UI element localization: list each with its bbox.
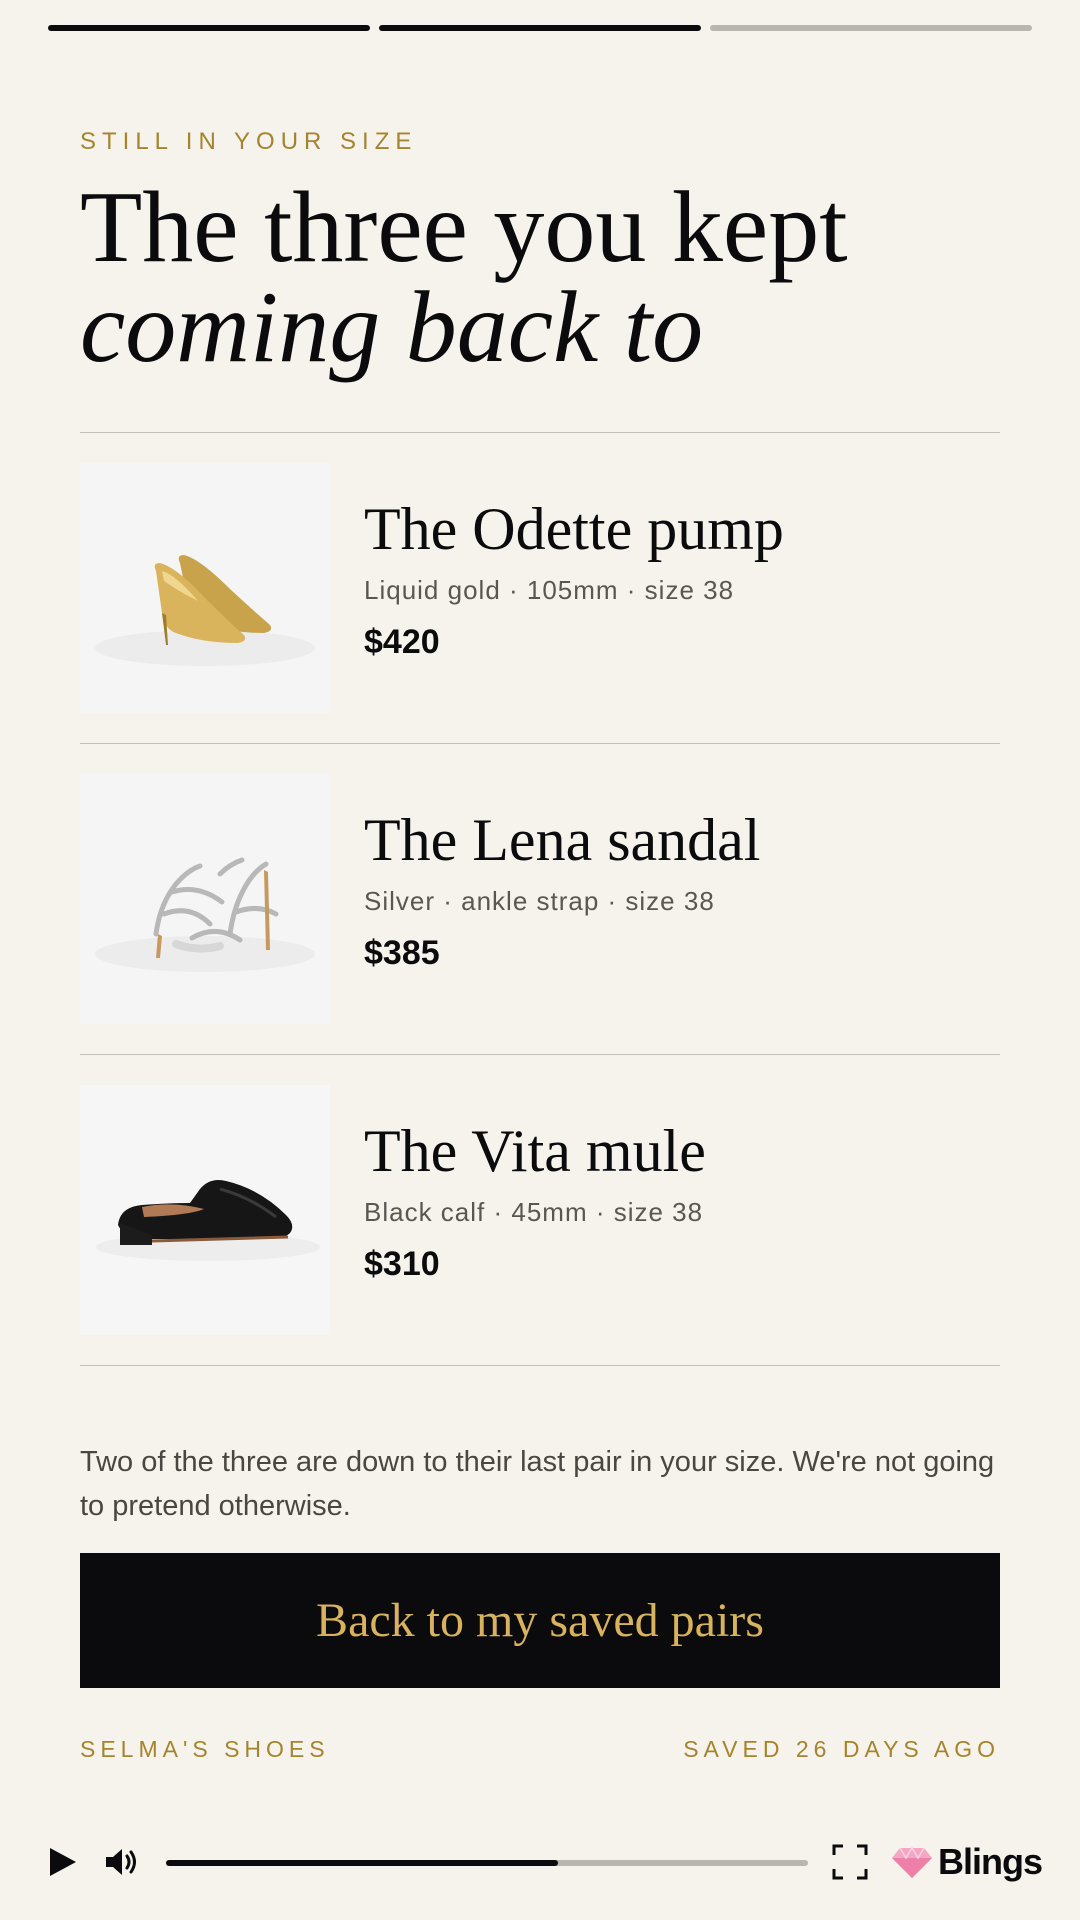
product-spec: Silver · ankle strap · size 38 <box>364 886 715 916</box>
product-price: $385 <box>364 934 440 972</box>
product-price: $310 <box>364 1245 440 1283</box>
headline-line-1: The three you kept <box>80 171 848 284</box>
product-item-odette[interactable]: The Odette pump Liquid gold · 105mm · si… <box>80 463 1000 713</box>
story-segment-2 <box>379 25 701 31</box>
divider <box>80 743 1000 744</box>
play-icon[interactable] <box>48 1846 78 1883</box>
saved-timestamp: SAVED 26 DAYS AGO <box>683 1736 1000 1762</box>
story-segment-3 <box>710 25 1032 31</box>
product-item-vita[interactable]: The Vita mule Black calf · 45mm · size 3… <box>80 1085 1000 1335</box>
product-spec: Liquid gold · 105mm · size 38 <box>364 575 735 605</box>
volume-icon[interactable] <box>104 1846 140 1883</box>
product-item-lena[interactable]: The Lena sandal Silver · ankle strap · s… <box>80 774 1000 1024</box>
fullscreen-icon[interactable] <box>832 1844 868 1885</box>
product-price: $420 <box>364 623 440 661</box>
playback-progress <box>166 1860 558 1866</box>
blings-gem-icon <box>892 1846 932 1878</box>
story-segment-1 <box>48 25 370 31</box>
video-player-controls: Blings <box>0 1840 1080 1884</box>
stock-note: Two of the three are down to their last … <box>80 1446 995 1522</box>
eyebrow-label: STILL IN YOUR SIZE <box>80 128 418 155</box>
blings-wordmark: Blings <box>938 1841 1043 1882</box>
brand-name: SELMA'S SHOES <box>80 1736 330 1762</box>
headline-line-2: coming back to <box>80 271 704 384</box>
product-name: The Odette pump <box>364 496 784 562</box>
silver-sandal-image <box>80 774 330 1024</box>
divider <box>80 1054 1000 1055</box>
divider <box>80 432 1000 433</box>
product-name: The Lena sandal <box>364 807 761 873</box>
blings-logo: Blings <box>892 1840 1043 1884</box>
black-mule-image <box>80 1085 330 1335</box>
product-spec: Black calf · 45mm · size 38 <box>364 1197 704 1227</box>
back-to-saved-pairs-button[interactable]: Back to my saved pairs <box>80 1553 1000 1688</box>
gold-pump-image <box>80 463 330 713</box>
divider <box>80 1365 1000 1366</box>
product-name: The Vita mule <box>364 1118 706 1184</box>
story-progress <box>48 25 1032 31</box>
playback-scrubber[interactable] <box>166 1860 808 1866</box>
page-title: The three you kept coming back to <box>80 171 1020 384</box>
